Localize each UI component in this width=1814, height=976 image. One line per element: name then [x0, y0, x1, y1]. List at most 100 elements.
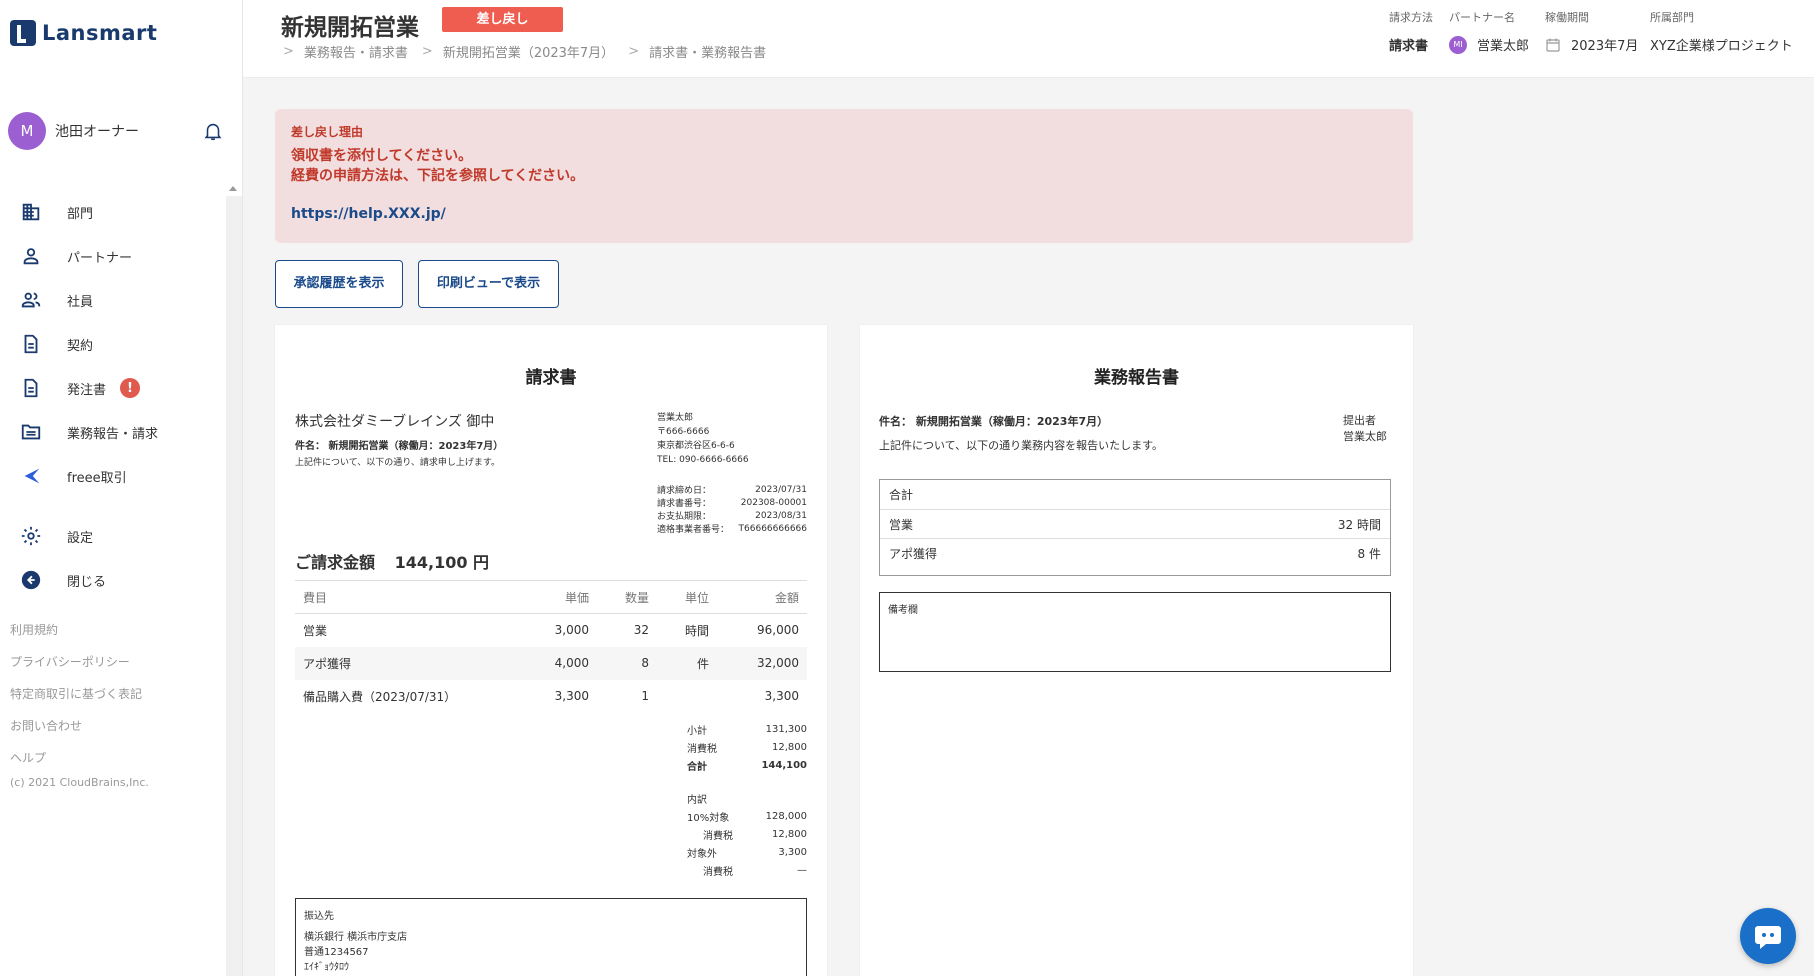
cell-item: アポ獲得: [295, 646, 527, 680]
copyright: (c) 2021 CloudBrains,Inc.: [10, 776, 149, 789]
invoice-amount: ご請求金額 144,100 円: [295, 549, 489, 573]
breakdown-value: 3,300: [778, 846, 807, 858]
commerce-law-link[interactable]: 特定商取引に基づく表記: [10, 678, 149, 710]
breadcrumb-item[interactable]: 業務報告・請求書: [304, 42, 408, 61]
submitter-name: 営業太郎: [1343, 430, 1387, 443]
column-header: 数量: [597, 580, 657, 614]
breakdown-key: 消費税: [703, 866, 733, 878]
rejection-reason-panel: 差し戻し理由 領収書を添付してください。 経費の申請方法は、下記を参照してくださ…: [275, 109, 1413, 243]
report-submitter: 提出者 営業太郎: [1343, 413, 1387, 445]
sidebar-item-department[interactable]: 部門: [0, 190, 226, 234]
partner-name: 営業太郎: [1477, 39, 1530, 54]
main-content: 差し戻し理由 領収書を添付してください。 経費の申請方法は、下記を参照してくださ…: [243, 79, 1814, 976]
invoice-subject: 件名： 新規開拓営業（稼働月：2023年7月）: [295, 441, 504, 452]
chevron-right-icon: >: [628, 44, 640, 59]
meta-label: 稼働期間: [1545, 11, 1589, 24]
detail-value: 2023/08/31: [755, 510, 807, 521]
document-icon: [24, 378, 38, 398]
invoice-summary: 小計 131,300 消費税 12,800 合計 144,100: [687, 720, 807, 774]
reason-body: 領収書を添付してください。 経費の申請方法は、下記を参照してください。: [291, 146, 1397, 186]
summary-label: 消費税: [687, 743, 717, 755]
document-icon: [24, 334, 38, 354]
invoice-intro: 上記件について、以下の通り、請求申し上げます。: [295, 458, 501, 468]
report-row-label: アポ獲得: [889, 546, 938, 561]
detail-key: 請求書番号：: [657, 499, 712, 509]
show-approval-history-button[interactable]: 承認履歴を表示: [275, 260, 403, 308]
sidebar-scrollbar[interactable]: [226, 196, 242, 976]
table-row: 備品購入費（2023/07/31） 3,300 1 3,300: [295, 680, 807, 713]
show-print-view-button[interactable]: 印刷ビューで表示: [418, 260, 559, 308]
submitter-label: 提出者: [1343, 414, 1376, 427]
invoice-title: 請求書: [525, 368, 577, 388]
bell-icon[interactable]: [202, 119, 224, 143]
terms-link[interactable]: 利用規約: [10, 614, 149, 646]
summary-value: 12,800: [772, 741, 807, 753]
lansmart-logo[interactable]: Lansmart: [10, 20, 157, 46]
sidebar-item-employee[interactable]: 社員: [0, 278, 226, 322]
cell-price: 4,000: [527, 646, 597, 680]
cell-amount: 96,000: [757, 623, 799, 638]
report-title: 業務報告書: [1094, 368, 1179, 388]
sidebar-item-settings[interactable]: 設定: [0, 514, 226, 558]
invoice-client: 株式会社ダミーブレインズ 御中: [295, 414, 495, 430]
sidebar-item-close[interactable]: 閉じる: [0, 558, 226, 602]
avatar[interactable]: M: [8, 112, 46, 150]
cell-unit: [657, 680, 717, 713]
chat-support-button[interactable]: [1740, 908, 1796, 964]
billing-method-value: 請求書: [1389, 39, 1429, 54]
meta-label: パートナー名: [1449, 11, 1515, 24]
sidebar-item-label: 設定: [67, 530, 94, 546]
sidebar-item-label: 部門: [67, 206, 94, 222]
amount-value: 144,100 円: [394, 553, 490, 572]
people-icon: [21, 292, 41, 308]
cell-unit: 件: [657, 646, 717, 680]
sidebar-item-freee[interactable]: freee取引: [0, 454, 226, 498]
contact-link[interactable]: お問い合わせ: [10, 710, 149, 742]
user-name: 池田オーナー: [55, 124, 139, 140]
partner-avatar: MI: [1449, 35, 1467, 54]
report-row: アポ獲得 8 件: [880, 538, 1390, 567]
chevron-right-icon: >: [421, 44, 433, 59]
cell-item: 営業: [303, 623, 328, 638]
freee-icon: [24, 468, 40, 484]
sidebar-item-label: 発注書: [67, 382, 107, 398]
reason-title: 差し戻し理由: [291, 125, 364, 139]
table-header: 費目 単価 数量 単位 金額: [295, 580, 807, 614]
bank-transfer-box: 振込先 横浜銀行 横浜市庁支店 普通1234567 ｴｲｷﾞｮｳﾀﾛｳ: [295, 898, 807, 976]
meta-label: 請求方法: [1389, 11, 1433, 24]
table-row: 営業 3,000 32 時間 96,000: [295, 614, 807, 647]
reason-line: 経費の申請方法は、下記を参照してください。: [291, 168, 585, 184]
breakdown-value: 12,800: [772, 828, 807, 840]
sidebar-item-partner[interactable]: パートナー: [0, 234, 226, 278]
chat-bubble-icon: [1755, 926, 1781, 949]
memo-box: 備考欄: [879, 592, 1391, 672]
reason-line: 領収書を添付してください。: [291, 148, 473, 164]
report-row-value: 32 時間: [1337, 517, 1381, 532]
help-link[interactable]: ヘルプ: [10, 742, 149, 774]
work-report-card: 業務報告書 件名： 新規開拓営業（稼働月：2023年7月） 上記件について、以下…: [860, 325, 1413, 976]
sidebar-item-order[interactable]: 発注書 !: [0, 366, 226, 410]
privacy-link[interactable]: プライバシーポリシー: [10, 646, 149, 678]
period-value: 2023年7月: [1545, 35, 1638, 54]
summary-value: 144,100: [761, 759, 807, 771]
breadcrumb-item[interactable]: 新規開拓営業（2023年7月）: [443, 42, 614, 61]
breakdown-value: —: [797, 864, 807, 876]
sidebar-item-contract[interactable]: 契約: [0, 322, 226, 366]
breadcrumb: > 業務報告・請求書 > 新規開拓営業（2023年7月） > 請求書・業務報告書: [283, 42, 780, 61]
sidebar-item-report-billing[interactable]: 業務報告・請求: [0, 410, 226, 454]
sidebar-item-label: 契約: [67, 338, 94, 354]
sender-line: TEL: 090-6666-6666: [657, 455, 749, 465]
cell-amount: 32,000: [717, 646, 807, 680]
invoice-sender: 営業太郎 〒666-6666 東京都渋谷区6-6-6 TEL: 090-6666…: [657, 411, 749, 467]
sidebar-item-label: 業務報告・請求: [67, 426, 159, 442]
sidebar-item-label: パートナー: [67, 250, 133, 266]
bank-line: ｴｲｷﾞｮｳﾀﾛｳ: [304, 962, 349, 973]
report-subject: 件名： 新規開拓営業（稼働月：2023年7月）: [879, 415, 1109, 428]
table-row: アポ獲得 4,000 8 件 32,000: [295, 646, 807, 680]
chevron-right-icon: >: [283, 44, 294, 59]
help-url-link[interactable]: https://help.XXX.jp/: [291, 206, 1397, 222]
user-profile[interactable]: M 池田オーナー: [8, 111, 228, 151]
building-icon: [22, 203, 40, 221]
cell-item: 備品購入費（2023/07/31）: [303, 689, 457, 704]
scroll-up-arrow-icon[interactable]: [229, 186, 237, 191]
